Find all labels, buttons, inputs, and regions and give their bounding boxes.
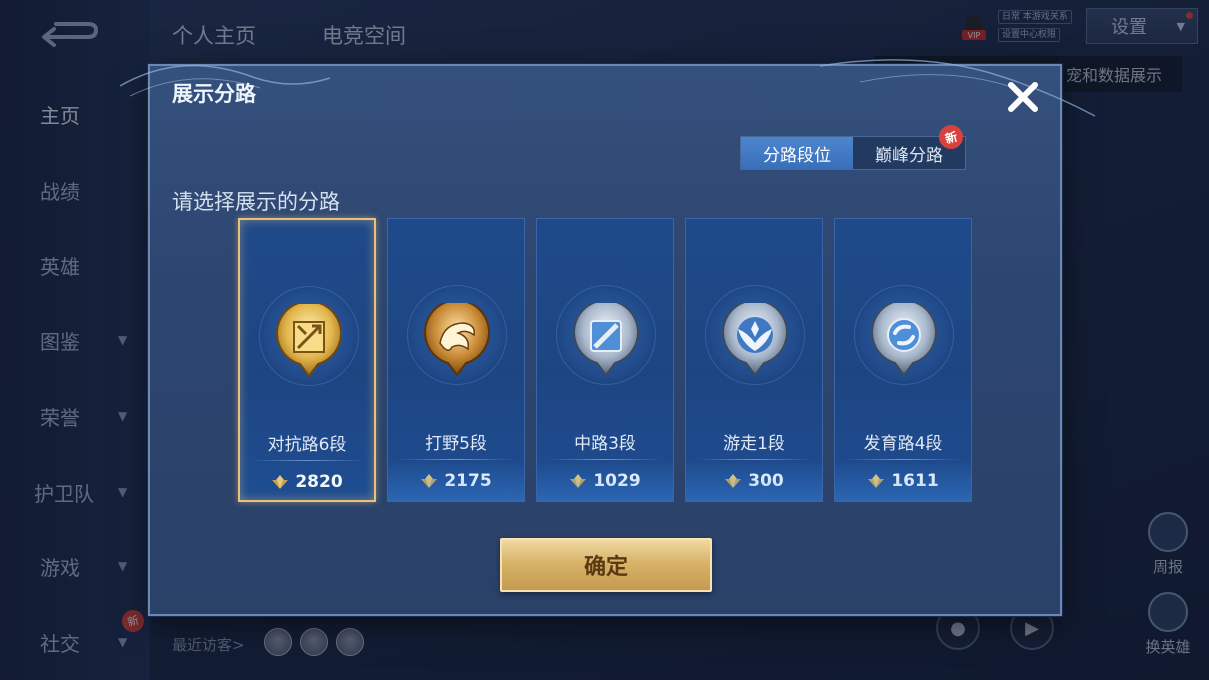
card-glow: [388, 461, 524, 501]
gold-dragon-emblem-icon: [424, 303, 490, 377]
tab-lane-rank[interactable]: 分路段位: [741, 137, 853, 169]
rank-name: 打野5段: [425, 434, 487, 454]
lane-card-jungle[interactable]: 打野5段 2175: [387, 218, 525, 502]
divider: [398, 459, 514, 460]
silver-staff-emblem-icon: [573, 303, 639, 377]
lane-card-roam[interactable]: 游走1段 300: [685, 218, 823, 502]
divider: [547, 459, 663, 460]
lane-card-farm[interactable]: 发育路4段 1611: [834, 218, 972, 502]
divider: [696, 459, 812, 460]
tab-switcher: 分路段位 巅峰分路 新: [740, 122, 966, 170]
card-glow: [537, 461, 673, 501]
rank-name: 发育路4段: [863, 434, 943, 454]
close-icon: [1008, 82, 1038, 112]
select-prompt: 请选择展示的分路: [172, 190, 340, 214]
score-row: 2820: [240, 470, 374, 494]
confirm-button[interactable]: 确定: [500, 538, 712, 592]
divider: [845, 459, 961, 460]
peak-score-icon: [272, 475, 289, 489]
gold-sword-emblem-icon: [276, 304, 342, 378]
rank-name: 对抗路6段: [267, 435, 347, 455]
rank-name: 游走1段: [723, 434, 785, 454]
dialog-title: 展示分路: [172, 82, 256, 106]
score-value: 2820: [295, 472, 343, 492]
lane-display-dialog: 展示分路 分路段位 巅峰分路 新 请选择展示的分路 对抗路6段 2820 打野5…: [120, 59, 1096, 616]
lane-card-clash[interactable]: 对抗路6段 2820: [238, 218, 376, 502]
divider: [250, 460, 366, 461]
rank-name: 中路3段: [574, 434, 636, 454]
lane-card-mid[interactable]: 中路3段 1029: [536, 218, 674, 502]
card-glow: [686, 461, 822, 501]
card-glow: [835, 461, 971, 501]
silver-bow-emblem-icon: [871, 303, 937, 377]
silver-wings-emblem-icon: [722, 303, 788, 377]
close-button[interactable]: [1002, 76, 1044, 118]
